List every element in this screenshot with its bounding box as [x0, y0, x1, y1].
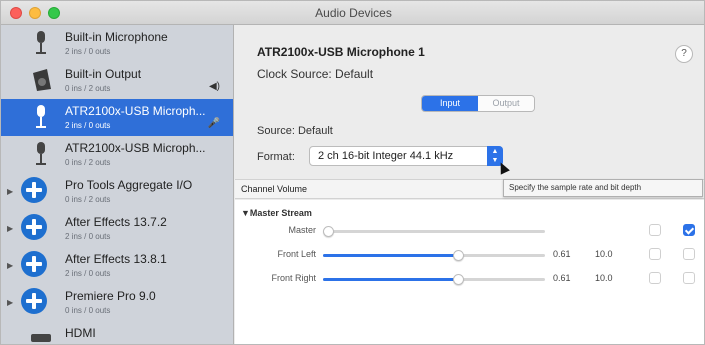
volume-slider-knob[interactable]: [453, 250, 465, 261]
device-name: Premiere Pro 9.0: [65, 289, 156, 303]
microphone-icon: [29, 30, 53, 56]
volume-db: 10.0: [595, 249, 613, 259]
disclosure-triangle-icon[interactable]: ▶: [7, 224, 13, 233]
device-io-count: 2 ins / 0 outs: [65, 269, 111, 278]
speaker-icon: [29, 67, 53, 93]
volume-controls: ▼Master Stream Master Front Left 0.61 10.0 F…: [235, 200, 704, 344]
device-item[interactable]: Built-in Output 0 ins / 2 outs ◀): [1, 62, 233, 99]
device-name: ATR2100x-USB Microph...: [65, 104, 206, 118]
default-input-icon: 🎤: [207, 118, 220, 129]
mouse-cursor-icon: [496, 160, 510, 175]
clock-source: Clock Source: Default: [257, 67, 374, 81]
device-item[interactable]: ATR2100x-USB Microph... 2 ins / 0 outs 🎤: [1, 99, 233, 136]
aggregate-device-icon: [21, 251, 47, 277]
device-io-count: 0 ins / 2 outs: [65, 158, 111, 167]
volume-slider[interactable]: [323, 250, 545, 261]
source-label: Source: Default: [257, 125, 333, 137]
aggregate-device-icon: [21, 288, 47, 314]
format-label: Format:: [257, 151, 295, 163]
audio-devices-window: Audio Devices Built-in Microphone 2 ins /…: [0, 0, 705, 345]
device-item[interactable]: ATR2100x-USB Microph... 0 ins / 2 outs: [1, 136, 233, 173]
disclosure-triangle-icon[interactable]: ▶: [7, 298, 13, 307]
device-list: Built-in Microphone 2 ins / 0 outs Built-i…: [1, 25, 234, 344]
device-name: HDMI: [65, 326, 96, 340]
channel-label: Front Right: [271, 273, 316, 283]
channel-row: Front Right 0.61 10.0: [235, 270, 704, 288]
usb-microphone-icon: [29, 104, 53, 130]
aggregate-device-icon: [21, 214, 47, 240]
mute-checkbox[interactable]: [649, 248, 661, 260]
hdmi-icon: [29, 326, 53, 344]
volume-slider-fill: [323, 254, 459, 257]
device-io-count: 2 ins / 0 outs: [65, 232, 111, 241]
channel-row: Master: [235, 222, 704, 240]
device-detail-pane: ATR2100x-USB Microphone 1 Clock Source: …: [235, 25, 704, 344]
device-io-count: 0 ins / 2 outs: [65, 84, 111, 93]
window-title: Audio Devices: [315, 6, 392, 20]
master-stream-disclosure[interactable]: ▼Master Stream: [241, 208, 312, 218]
tab-output[interactable]: Output: [478, 96, 534, 111]
device-item[interactable]: ▶ After Effects 13.8.1 2 ins / 0 outs: [1, 247, 233, 284]
channel-label: Master: [288, 225, 316, 235]
device-io-count: 0 ins / 2 outs: [65, 195, 111, 204]
mute-checkbox[interactable]: [649, 272, 661, 284]
device-name: Pro Tools Aggregate I/O: [65, 178, 193, 192]
volume-value: 0.61: [553, 249, 571, 259]
device-name: Built-in Output: [65, 67, 142, 81]
help-button[interactable]: ?: [675, 45, 693, 63]
device-io-count: 2 ins / 0 outs: [65, 121, 111, 130]
disclosure-triangle-icon[interactable]: ▶: [7, 187, 13, 196]
volume-slider[interactable]: [323, 226, 545, 237]
format-tooltip: Specify the sample rate and bit depth: [503, 179, 703, 197]
device-item[interactable]: HDMI: [1, 321, 233, 344]
device-name: After Effects 13.8.1: [65, 252, 167, 266]
device-io-count: 0 ins / 0 outs: [65, 306, 111, 315]
format-value: 2 ch 16-bit Integer 44.1 kHz: [318, 150, 454, 162]
volume-slider-knob[interactable]: [323, 226, 334, 237]
volume-slider[interactable]: [323, 274, 545, 285]
device-name: ATR2100x-USB Microph...: [65, 141, 206, 155]
device-item[interactable]: Built-in Microphone 2 ins / 0 outs: [1, 25, 233, 62]
input-output-segmented-control: Input Output: [421, 95, 535, 112]
volume-value: 0.61: [553, 273, 571, 283]
channel-row: Front Left 0.61 10.0: [235, 246, 704, 264]
format-popup[interactable]: 2 ch 16-bit Integer 44.1 kHz ▲ ▼: [309, 146, 503, 166]
device-name: Built-in Microphone: [65, 30, 168, 44]
aggregate-device-icon: [21, 177, 47, 203]
default-output-icon: ◀): [208, 81, 220, 92]
tab-input[interactable]: Input: [422, 96, 478, 111]
usb-microphone-icon: [29, 141, 53, 167]
device-item[interactable]: ▶ After Effects 13.7.2 2 ins / 0 outs: [1, 210, 233, 247]
device-name: After Effects 13.7.2: [65, 215, 167, 229]
title-bar: Audio Devices: [1, 1, 704, 25]
device-item[interactable]: ▶ Pro Tools Aggregate I/O 0 ins / 2 outs: [1, 173, 233, 210]
channel-label: Front Left: [277, 249, 316, 259]
thru-checkbox[interactable]: [683, 248, 695, 260]
mute-checkbox[interactable]: [649, 224, 661, 236]
volume-slider-fill: [323, 278, 459, 281]
device-item[interactable]: ▶ Premiere Pro 9.0 0 ins / 0 outs: [1, 284, 233, 321]
thru-checkbox[interactable]: [683, 272, 695, 284]
volume-slider-knob[interactable]: [453, 274, 465, 285]
volume-db: 10.0: [595, 273, 613, 283]
thru-checkbox[interactable]: [683, 224, 695, 236]
disclosure-triangle-icon[interactable]: ▶: [7, 261, 13, 270]
device-io-count: 2 ins / 0 outs: [65, 47, 111, 56]
device-title: ATR2100x-USB Microphone 1: [257, 45, 425, 59]
